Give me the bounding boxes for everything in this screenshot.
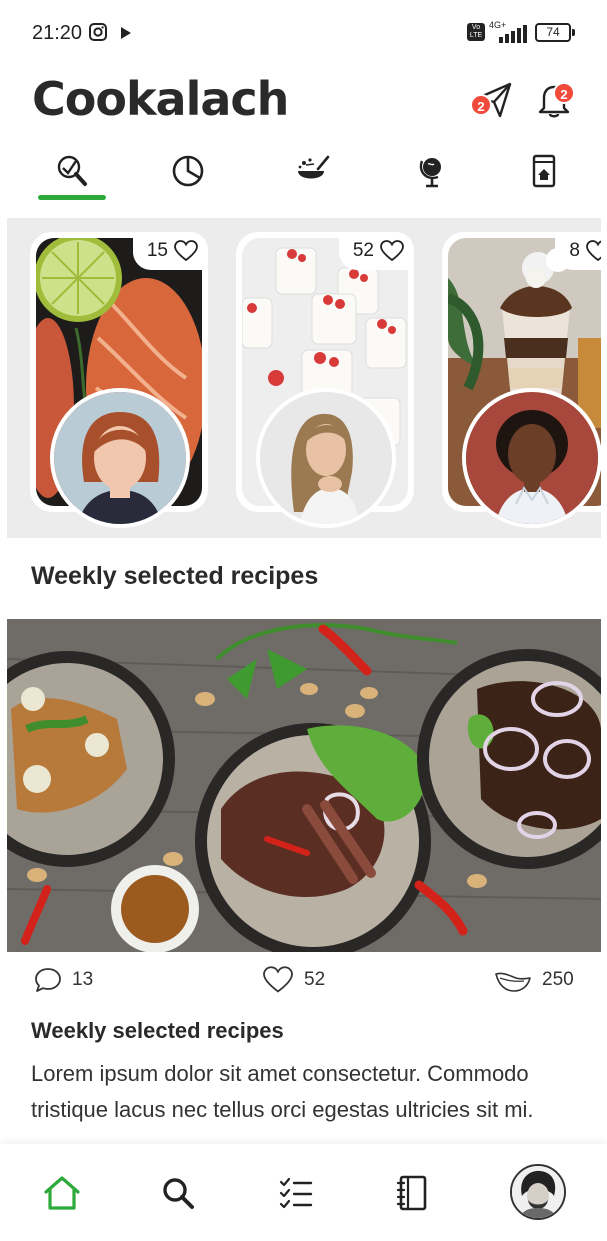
globe-icon — [419, 158, 441, 188]
battery-indicator: 74 — [535, 23, 575, 42]
tab-recipes[interactable] — [522, 150, 566, 194]
comments-count: 13 — [72, 969, 94, 990]
home-icon — [44, 1176, 80, 1210]
nav-checklist[interactable] — [273, 1170, 319, 1216]
volte-indicator: Vo LTE — [467, 23, 485, 41]
bottom-navigation — [0, 1144, 607, 1241]
nav-profile-avatar[interactable] — [510, 1164, 566, 1220]
featured-recipe-image[interactable] — [7, 619, 601, 952]
story-likes[interactable]: 15 — [132, 232, 208, 270]
bell-badge: 2 — [553, 82, 575, 104]
section-title: Weekly selected recipes — [31, 562, 319, 590]
tab-cooking[interactable] — [290, 150, 334, 194]
notebook-icon — [396, 1175, 427, 1211]
status-time: 21:20 — [32, 22, 83, 44]
story-avatar[interactable] — [256, 388, 396, 528]
post-title[interactable]: Weekly selected recipes — [31, 1018, 284, 1044]
servings-count: 250 — [542, 969, 574, 990]
story-likes[interactable]: 52 — [338, 232, 414, 270]
story-likes-count: 52 — [352, 240, 374, 261]
post-stats: 13 52 250 — [0, 966, 607, 1006]
dish-icon — [495, 972, 531, 992]
heart-icon — [586, 240, 601, 262]
likes-count: 52 — [304, 969, 326, 990]
nav-search[interactable] — [155, 1170, 201, 1216]
instagram-icon — [89, 23, 107, 41]
cooking-pot-icon — [298, 155, 330, 179]
checklist-icon — [279, 1177, 313, 1209]
heart-icon — [380, 240, 404, 262]
tab-world[interactable] — [410, 150, 454, 194]
story-likes[interactable]: 8 — [555, 232, 601, 270]
pie-chart-icon — [172, 155, 204, 187]
story-likes-count: 8 — [569, 240, 580, 261]
status-bar: 21:20 Vo LTE 4G+ 74 — [0, 0, 607, 66]
recipe-book-icon — [532, 154, 556, 188]
story-likes-count: 15 — [146, 240, 168, 261]
stories-carousel[interactable]: 15 52 8 — [7, 218, 601, 538]
comments-stat[interactable]: 13 — [34, 966, 93, 994]
servings-stat[interactable]: 250 — [494, 966, 574, 994]
likes-stat[interactable]: 52 — [262, 966, 325, 994]
story-card[interactable]: 15 — [30, 232, 208, 528]
story-card[interactable]: 52 — [236, 232, 414, 528]
story-avatar[interactable] — [462, 388, 601, 528]
post-body: Lorem ipsum dolor sit amet consectetur. … — [31, 1061, 534, 1122]
story-avatar[interactable] — [50, 388, 190, 528]
signal-icon — [499, 25, 527, 43]
tab-stats[interactable] — [166, 150, 210, 194]
search-icon — [163, 1178, 194, 1209]
story-card[interactable]: 8 — [442, 232, 601, 528]
nav-home[interactable] — [39, 1170, 85, 1216]
heart-icon — [174, 240, 198, 262]
nav-notebook[interactable] — [389, 1170, 435, 1216]
send-badge: 2 — [470, 94, 492, 116]
whisk-magnifier-icon — [57, 155, 87, 186]
active-tab-indicator — [38, 195, 106, 200]
tab-explore[interactable] — [50, 150, 94, 194]
heart-icon — [263, 966, 293, 993]
play-icon — [121, 27, 131, 39]
app-title: Cookalach — [32, 72, 289, 126]
comment-icon — [35, 968, 61, 992]
